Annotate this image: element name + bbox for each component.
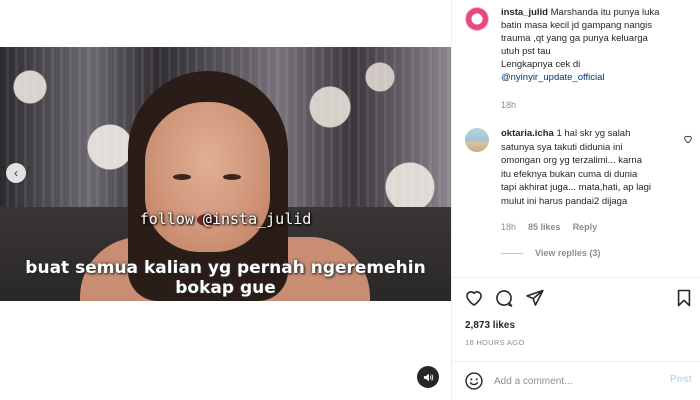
video-eye-left xyxy=(173,174,191,180)
share-button[interactable] xyxy=(525,288,545,308)
speaker-icon xyxy=(423,373,433,381)
comment-like-count[interactable]: 85 likes xyxy=(528,222,561,232)
post-actions xyxy=(464,288,693,308)
view-replies-label: View replies (3) xyxy=(535,248,601,258)
post-like-count[interactable]: 2,873 likes xyxy=(465,320,515,331)
bookmark-icon xyxy=(677,289,691,307)
emoji-button[interactable] xyxy=(464,371,484,391)
comment-input[interactable] xyxy=(494,372,654,390)
caption-text-line5: Lengkapnya cek di xyxy=(501,59,581,70)
comment-text-line1: 1 hal skr yg salah xyxy=(553,128,631,139)
comment-text-line3: omongan org yg terzalimi... karna xyxy=(501,155,642,166)
commenter-avatar[interactable] xyxy=(465,128,489,152)
caption-username[interactable]: insta_julid xyxy=(501,7,548,18)
caption-mention-link[interactable]: @nyinyir_update_official xyxy=(501,72,604,83)
video-person-face xyxy=(145,102,270,252)
mute-toggle-button[interactable] xyxy=(417,366,439,388)
emoji-smile-icon xyxy=(465,372,483,390)
view-replies-button[interactable]: View replies (3) xyxy=(501,248,600,258)
comment-body: oktaria.icha 1 hal skr yg salah satunya … xyxy=(501,127,681,208)
heart-icon xyxy=(466,291,482,306)
paper-plane-icon xyxy=(526,289,544,306)
actions-divider xyxy=(452,277,700,278)
comment-button[interactable] xyxy=(494,288,514,308)
caption-text-line2: batin masa kecil jd gampang nangis xyxy=(501,20,653,31)
post-video[interactable]: follow @insta_julid buat semua kalian yg… xyxy=(0,47,451,301)
comment-username[interactable]: oktaria.icha xyxy=(501,128,554,139)
comment-bubble-icon xyxy=(496,290,513,307)
caption-text-line3: trauma ,qt yang ga punya keluarga xyxy=(501,33,648,44)
caption-timestamp[interactable]: 18h xyxy=(501,100,516,110)
video-eye-right xyxy=(223,174,241,180)
video-caption-line1: buat semua kalian yg pernah ngeremehin xyxy=(25,258,426,278)
comment-meta: 18h 85 likes Reply xyxy=(501,222,597,232)
comment-text-line4: itu efeknya bukan cuma di dunia xyxy=(501,168,638,180)
save-button[interactable] xyxy=(674,288,694,308)
video-follow-overlay: follow @insta_julid xyxy=(139,210,312,228)
previous-button[interactable]: ‹ xyxy=(6,163,26,183)
video-caption-line2: bokap gue xyxy=(175,278,276,298)
video-caption-overlay: buat semua kalian yg pernah ngeremehin b… xyxy=(0,258,451,298)
instagram-post-view: follow @insta_julid buat semua kalian yg… xyxy=(0,0,700,400)
post-caption: insta_julid Marshanda itu punya luka bat… xyxy=(501,6,681,84)
comment-timestamp[interactable]: 18h xyxy=(501,222,516,232)
media-panel: follow @insta_julid buat semua kalian yg… xyxy=(0,0,451,400)
comment-text-line6: mulut ini harus pandai2 dijaga xyxy=(501,195,628,207)
caption-text-line4: utuh pst tau xyxy=(501,46,551,57)
like-button[interactable] xyxy=(464,288,484,308)
comment-like-heart-icon[interactable] xyxy=(683,134,693,147)
add-comment-bar: Post xyxy=(452,362,700,400)
comment-reply-button[interactable]: Reply xyxy=(573,222,598,232)
author-avatar[interactable] xyxy=(465,7,489,31)
comment-text-line5: tapi akhirat juga... mata,hati, ap lagi xyxy=(501,182,651,193)
post-timestamp[interactable]: 18 HOURS AGO xyxy=(465,338,524,347)
caption-text-line1: Marshanda itu punya luka xyxy=(547,7,660,18)
chevron-left-icon: ‹ xyxy=(14,166,18,180)
post-comment-button[interactable]: Post xyxy=(670,374,692,385)
comments-panel: insta_julid Marshanda itu punya luka bat… xyxy=(451,0,700,400)
replies-divider-line xyxy=(501,252,523,254)
comment-text-line2: satunya sya takuti didunia ini xyxy=(501,141,623,153)
